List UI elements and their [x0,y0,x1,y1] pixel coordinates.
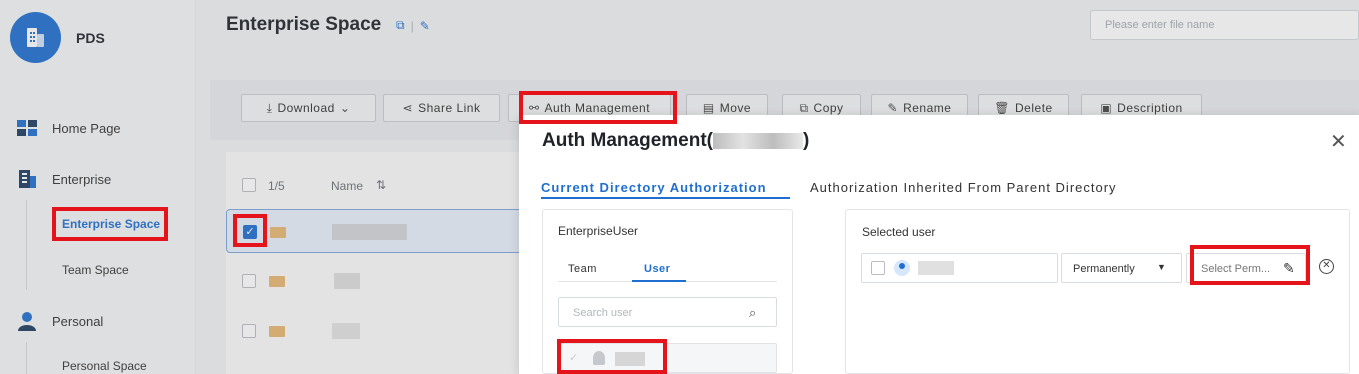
duration-select[interactable]: Permanently ▼ [1061,253,1182,283]
highlight-user-item [557,339,667,374]
remove-icon[interactable]: ✕ [1319,259,1334,274]
caret-down-icon: ▼ [1157,262,1166,272]
highlight-row-checkbox [233,214,267,247]
active-tab-underline [632,280,686,282]
tab-user[interactable]: User [644,263,670,275]
search-user-input[interactable]: Search user [558,297,777,327]
highlight-enterprise-space [52,207,168,241]
highlight-permission-input [1190,245,1310,285]
highlight-auth-management [519,91,677,124]
active-tab-underline [541,197,790,199]
panel-heading: Selected user [862,225,936,239]
search-icon[interactable]: ⌕ [749,305,756,321]
close-icon[interactable]: ✕ [1330,129,1347,154]
duration-value: Permanently [1073,263,1135,275]
redacted-name [713,132,803,149]
tab-inherited-authorization[interactable]: Authorization Inherited From Parent Dire… [810,180,1117,195]
tab-current-directory-authorization[interactable]: Current Directory Authorization [541,180,767,195]
panel-heading: EnterpriseUser [558,224,639,238]
dialog-title-text: Auth Management( [542,130,713,151]
avatar [894,260,910,276]
selected-user-checkbox[interactable] [871,261,885,275]
dialog-title-close-paren: ) [803,130,810,151]
user-name-redacted [918,261,954,275]
tab-team[interactable]: Team [568,263,597,275]
dialog-title: Auth Management() [542,130,809,152]
selected-user-row [861,253,1058,283]
